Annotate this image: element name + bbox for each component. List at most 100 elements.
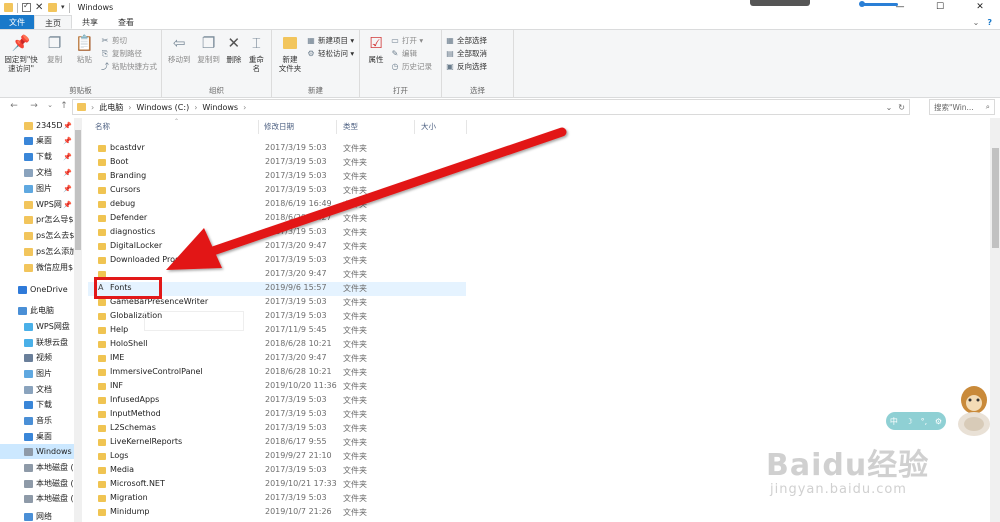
table-row[interactable]: InfusedApps 2017/3/19 5:03 文件夹: [88, 394, 466, 408]
nav-item[interactable]: WPS网盘: [0, 319, 74, 334]
table-row[interactable]: Boot 2017/3/19 5:03 文件夹: [88, 156, 466, 170]
open-button[interactable]: ▭ 打开 ▾: [391, 35, 432, 46]
chinese-input-icon[interactable]: 中: [890, 416, 898, 427]
select-none-button[interactable]: ▤ 全部取消: [446, 48, 487, 59]
table-row[interactable]: Microsoft.NET 2019/10/21 17:33 文件夹: [88, 478, 466, 492]
folder-icon: [98, 257, 106, 264]
nav-pane-scroll-thumb[interactable]: [75, 130, 81, 250]
floating-toolbar[interactable]: 中 ☽ °, ⚙: [886, 412, 946, 430]
table-row[interactable]: bcastdvr 2017/3/19 5:03 文件夹: [88, 142, 466, 156]
column-header-type[interactable]: 类型: [343, 121, 358, 135]
settings-icon[interactable]: ⚙: [935, 417, 942, 426]
back-button[interactable]: ←: [8, 101, 20, 111]
invert-selection-button[interactable]: ▣ 反向选择: [446, 61, 487, 72]
paste-shortcut-button[interactable]: ⤴ 粘贴快捷方式: [101, 61, 157, 72]
properties-check-icon[interactable]: [22, 1, 31, 12]
nav-item[interactable]: 本地磁盘 (: [0, 460, 74, 475]
nav-item[interactable]: 音乐: [0, 413, 74, 428]
delete-x-icon: ✕: [227, 33, 241, 52]
help-icon[interactable]: ?: [987, 18, 992, 27]
breadcrumb-drive-c[interactable]: Windows (C:): [136, 103, 189, 112]
table-row[interactable]: debug 2018/6/19 16:49 文件夹: [88, 198, 466, 212]
table-row[interactable]: LiveKernelReports 2018/6/17 9:55 文件夹: [88, 436, 466, 450]
address-bar[interactable]: › 此电脑 › Windows (C:) › Windows › ⌄ ↻: [72, 99, 910, 115]
table-row[interactable]: ImmersiveControlPanel 2018/6/28 10:21 文件夹: [88, 366, 466, 380]
nav-item[interactable]: 桌面: [0, 429, 74, 444]
ribbon-expand-icon[interactable]: ⌄: [973, 18, 980, 27]
punctuation-icon[interactable]: °,: [921, 417, 928, 426]
nav-item[interactable]: 图片: [0, 366, 74, 381]
table-row[interactable]: DigitalLocker 2017/3/20 9:47 文件夹: [88, 240, 466, 254]
nav-item[interactable]: 文档: [0, 382, 74, 397]
search-input[interactable]: 搜索"Win... ⌕: [929, 99, 995, 115]
table-row[interactable]: Branding 2017/3/19 5:03 文件夹: [88, 170, 466, 184]
nav-item[interactable]: ps怎么去$: [0, 228, 74, 243]
nav-item-label: OneDrive: [30, 285, 68, 294]
column-header-size[interactable]: 大小: [421, 121, 436, 135]
moon-icon[interactable]: ☽: [906, 417, 913, 426]
nav-item[interactable]: 联想云盘: [0, 335, 74, 350]
refresh-icon[interactable]: ↻: [898, 103, 905, 112]
new-item-button[interactable]: ▦ 新建项目 ▾: [307, 35, 354, 46]
forward-button[interactable]: →: [28, 101, 40, 111]
table-row[interactable]: L2Schemas 2017/3/19 5:03 文件夹: [88, 422, 466, 436]
edit-button[interactable]: ✎ 编辑: [391, 48, 432, 59]
chevron-down-icon[interactable]: ▾: [61, 3, 65, 12]
tab-share[interactable]: 共享: [72, 15, 108, 29]
minimize-button[interactable]: —: [880, 0, 920, 15]
table-row[interactable]: diagnostics 2017/3/19 5:03 文件夹: [88, 226, 466, 240]
nav-item[interactable]: 视频: [0, 350, 74, 365]
nav-item[interactable]: 下载 📌: [0, 149, 74, 164]
nav-item[interactable]: Windows: [0, 444, 74, 459]
file-list-scroll-thumb[interactable]: [992, 148, 999, 248]
cut-button[interactable]: ✂ 剪切: [101, 35, 157, 46]
table-row[interactable]: HoloShell 2018/6/28 10:21 文件夹: [88, 338, 466, 352]
nav-item[interactable]: 文档 📌: [0, 165, 74, 180]
table-row[interactable]: InputMethod 2017/3/19 5:03 文件夹: [88, 408, 466, 422]
nav-item[interactable]: 本地磁盘 (: [0, 491, 74, 506]
column-header-name[interactable]: 名称: [95, 121, 110, 135]
maximize-button[interactable]: ☐: [920, 0, 960, 15]
table-row[interactable]: Minidump 2019/10/7 21:26 文件夹: [88, 506, 466, 520]
cloud-icon: [24, 322, 33, 331]
history-button[interactable]: ◷ 历史记录: [391, 61, 433, 72]
nav-item[interactable]: OneDrive: [0, 282, 74, 297]
nav-item[interactable]: 桌面 📌: [0, 133, 74, 148]
easy-access-button[interactable]: ⚙ 轻松访问 ▾: [307, 48, 354, 59]
delete-icon[interactable]: ✕: [35, 3, 44, 13]
up-button[interactable]: ↑: [58, 101, 70, 111]
nav-item[interactable]: ps怎么添加: [0, 244, 74, 259]
table-row[interactable]: Migration 2017/3/19 5:03 文件夹: [88, 492, 466, 506]
table-row[interactable]: IME 2017/3/20 9:47 文件夹: [88, 352, 466, 366]
table-row[interactable]: Logs 2019/9/27 21:10 文件夹: [88, 450, 466, 464]
pic-icon: [24, 369, 33, 378]
table-row[interactable]: INF 2019/10/20 11:36 文件夹: [88, 380, 466, 394]
table-row[interactable]: Defender 2018/6/20 17:27 文件夹: [88, 212, 466, 226]
nav-item[interactable]: 图片 📌: [0, 181, 74, 196]
new-folder-icon[interactable]: [48, 3, 57, 12]
nav-item[interactable]: 本地磁盘 (: [0, 476, 74, 491]
tab-view[interactable]: 查看: [108, 15, 144, 29]
nav-item[interactable]: pr怎么导$: [0, 212, 74, 227]
breadcrumb-this-pc[interactable]: 此电脑: [99, 102, 123, 113]
recent-locations-button[interactable]: ⌄: [44, 101, 56, 109]
nav-item[interactable]: 此电脑: [0, 303, 74, 318]
table-row[interactable]: Cursors 2017/3/19 5:03 文件夹: [88, 184, 466, 198]
address-dropdown-icon[interactable]: ⌄: [886, 103, 893, 112]
breadcrumb-windows[interactable]: Windows: [202, 103, 238, 112]
copy-path-button[interactable]: ⎘ 复制路径: [101, 48, 157, 59]
column-header-date[interactable]: 修改日期: [264, 121, 294, 135]
nav-item[interactable]: 下载: [0, 397, 74, 412]
nav-item[interactable]: 微信应用$: [0, 260, 74, 275]
select-all-button[interactable]: ▦ 全部选择: [446, 35, 487, 46]
nav-item-label: 下载: [36, 152, 52, 161]
table-row[interactable]: Downloaded Program Files 2017/3/19 5:03 文件…: [88, 254, 466, 268]
tab-file[interactable]: 文件: [0, 15, 34, 29]
nav-item[interactable]: WPS网 📌: [0, 197, 74, 212]
tab-home[interactable]: 主页: [34, 15, 72, 29]
table-row[interactable]: Media 2017/3/19 5:03 文件夹: [88, 464, 466, 478]
close-button[interactable]: ✕: [960, 0, 1000, 15]
nav-item[interactable]: 网络: [0, 509, 74, 522]
nav-item[interactable]: 2345D 📌: [0, 118, 74, 133]
nav-pane-scrollbar[interactable]: [74, 118, 82, 522]
